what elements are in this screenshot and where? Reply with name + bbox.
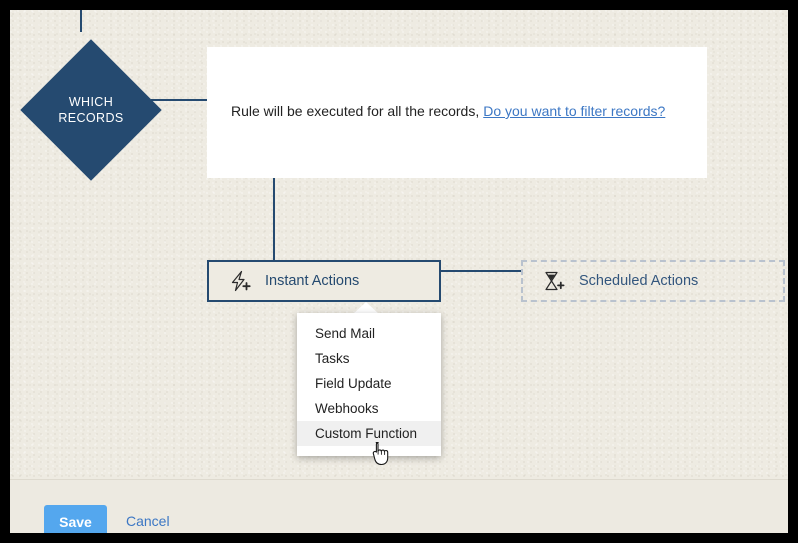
save-button[interactable]: Save <box>44 505 107 533</box>
lightning-bolt-plus-icon <box>231 270 251 292</box>
cancel-link[interactable]: Cancel <box>126 513 170 529</box>
rule-criteria-text: Rule will be executed for all the record… <box>231 103 665 119</box>
menu-item-label: Webhooks <box>315 401 379 416</box>
menu-item-label: Custom Function <box>315 426 418 441</box>
instant-actions-dropdown-menu[interactable]: Send Mail Tasks Field Update Webhooks Cu… <box>297 313 441 456</box>
menu-item-webhooks[interactable]: Webhooks <box>297 396 441 421</box>
scheduled-actions-label: Scheduled Actions <box>579 273 699 289</box>
connector-top-to-decision <box>80 10 82 32</box>
connector-panel-to-actions-vertical <box>273 168 275 250</box>
menu-item-tasks[interactable]: Tasks <box>297 346 441 371</box>
app-window: WHICH RECORDS Rule will be executed for … <box>10 10 788 533</box>
decision-node-shape <box>20 39 162 181</box>
rule-criteria-sentence: Rule will be executed for all the record… <box>231 103 480 119</box>
scheduled-actions-button[interactable]: Scheduled Actions <box>521 260 785 302</box>
menu-item-label: Field Update <box>315 376 392 391</box>
rule-criteria-panel: Rule will be executed for all the record… <box>207 47 707 178</box>
instant-actions-label: Instant Actions <box>265 273 360 289</box>
menu-item-send-mail[interactable]: Send Mail <box>297 321 441 346</box>
menu-item-label: Tasks <box>315 351 350 366</box>
menu-item-label: Send Mail <box>315 326 376 341</box>
menu-item-custom-function[interactable]: Custom Function <box>297 421 441 446</box>
menu-item-field-update[interactable]: Field Update <box>297 371 441 396</box>
instant-actions-button[interactable]: Instant Actions <box>207 260 441 302</box>
hourglass-plus-icon <box>545 271 565 291</box>
workflow-canvas: WHICH RECORDS Rule will be executed for … <box>10 10 788 479</box>
filter-records-link[interactable]: Do you want to filter records? <box>483 103 665 119</box>
decision-node-which-records[interactable]: WHICH RECORDS <box>20 39 162 181</box>
screenshot-frame: WHICH RECORDS Rule will be executed for … <box>0 0 798 543</box>
